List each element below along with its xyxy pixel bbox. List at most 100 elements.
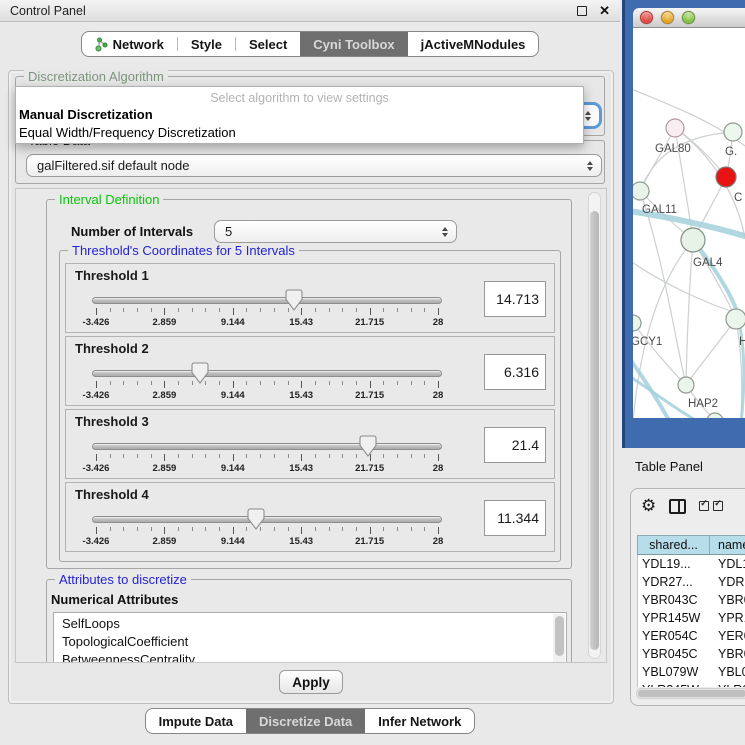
- node-table-body: YDL19...YDL19YDR27...YDR27YBR043CYBR043C…: [637, 555, 745, 687]
- mac-minimize-button[interactable]: [661, 11, 674, 24]
- network-node[interactable]: [681, 228, 705, 252]
- threshold-row: Threshold 1 -3.4262.8599.14415.4321.7152…: [65, 263, 555, 333]
- num-intervals-combo[interactable]: 5: [214, 220, 457, 243]
- threshold-slider[interactable]: -3.4262.8599.14415.4321.71528: [92, 292, 442, 330]
- table-row[interactable]: YBL079WYBL079W: [638, 663, 745, 681]
- tab-select[interactable]: Select: [236, 32, 300, 56]
- spinner-icon: [587, 161, 593, 171]
- node-attribute-table: shared... name YDL19...YDL19YDR27...YDR2…: [637, 535, 745, 687]
- mac-zoom-button[interactable]: [682, 11, 695, 24]
- network-node[interactable]: [707, 413, 723, 418]
- threshold-row: Threshold 2 -3.4262.8599.14415.4321.7152…: [65, 336, 555, 406]
- threshold-label: Threshold 4: [75, 487, 149, 502]
- tab-impute-data[interactable]: Impute Data: [146, 709, 246, 733]
- threshold-slider[interactable]: -3.4262.8599.14415.4321.71528: [92, 511, 442, 549]
- tab-network[interactable]: Network: [82, 32, 177, 56]
- network-node[interactable]: [666, 119, 684, 137]
- network-node-label: GAL11: [642, 204, 677, 216]
- settings-scroll-panel: Interval Definition Number of Intervals …: [15, 188, 607, 663]
- num-intervals-label: Number of Intervals: [71, 224, 193, 239]
- network-node-label: HAP2: [688, 398, 718, 410]
- control-panel-tabbar: Network Style Select Cyni Toolbox jActiv…: [0, 31, 620, 57]
- threshold-label: Threshold 3: [75, 414, 149, 429]
- slider-track[interactable]: [92, 370, 442, 377]
- group-title: Attributes to discretize: [55, 572, 191, 587]
- apply-button[interactable]: Apply: [279, 670, 343, 694]
- threshold-value-field[interactable]: 6.316: [484, 354, 546, 390]
- tab-style[interactable]: Style: [178, 32, 235, 56]
- tab-label: Impute Data: [159, 714, 233, 729]
- tab-jactivemnodules[interactable]: jActiveMNodules: [408, 32, 539, 56]
- slider-tick-labels: -3.4262.8599.14415.4321.71528: [96, 390, 438, 402]
- checkbox-checked-icon[interactable]: [713, 501, 723, 511]
- slider-tick-labels: -3.4262.8599.14415.4321.71528: [96, 317, 438, 329]
- network-node-label: G.: [725, 146, 737, 158]
- network-icon: [95, 37, 108, 52]
- table-row[interactable]: YLR345WYLR345W: [638, 681, 745, 687]
- table-row[interactable]: YBR045CYBR045C: [638, 645, 745, 663]
- threshold-value-field[interactable]: 21.4: [484, 427, 546, 463]
- tab-infer-network[interactable]: Infer Network: [365, 709, 474, 733]
- network-node[interactable]: [724, 123, 742, 141]
- numerical-attributes-list[interactable]: SelfLoopsTopologicalCoefficientBetweenne…: [53, 612, 567, 663]
- network-window-titlebar[interactable]: [633, 8, 745, 28]
- slider-tick-labels: -3.4262.8599.14415.4321.71528: [96, 536, 438, 548]
- tab-label: Select: [249, 37, 287, 52]
- tab-label: jActiveMNodules: [421, 37, 526, 52]
- slider-track[interactable]: [92, 297, 442, 304]
- network-node[interactable]: [633, 315, 641, 331]
- network-node[interactable]: [633, 182, 649, 200]
- threshold-label: Threshold 1: [75, 268, 149, 283]
- dropdown-hint: Select algorithm to view settings: [16, 87, 583, 106]
- table-data-combo[interactable]: galFiltered.sif default node: [26, 154, 602, 177]
- control-panel: Control Panel ✕ Network: [0, 0, 620, 745]
- split-columns-icon[interactable]: [669, 499, 686, 514]
- float-window-icon[interactable]: [577, 6, 587, 16]
- group-title: Discretization Algorithm: [24, 69, 168, 84]
- tab-cyni-toolbox[interactable]: Cyni Toolbox: [300, 32, 407, 56]
- table-scrollbar-thumb[interactable]: [638, 690, 745, 697]
- table-row[interactable]: YDR27...YDR27: [638, 573, 745, 591]
- panel-scrollbar[interactable]: [588, 192, 601, 659]
- group-title: Threshold's Coordinates for 5 Intervals: [68, 243, 299, 258]
- table-row[interactable]: YPR145WYPR145W: [638, 609, 745, 627]
- list-item[interactable]: SelfLoops: [62, 615, 566, 633]
- numerical-attributes-label: Numerical Attributes: [51, 592, 178, 607]
- tab-label: Infer Network: [378, 714, 461, 729]
- close-icon[interactable]: ✕: [599, 6, 610, 16]
- network-node[interactable]: [678, 377, 694, 393]
- table-row[interactable]: YER054CYER054C: [638, 627, 745, 645]
- threshold-value-field[interactable]: 14.713: [484, 281, 546, 317]
- algorithm-dropdown-popup: Select algorithm to view settings Manual…: [15, 86, 584, 144]
- network-node[interactable]: [716, 167, 736, 187]
- column-header-name[interactable]: name: [710, 536, 745, 554]
- panel-scrollbar-thumb[interactable]: [590, 211, 599, 650]
- table-horizontal-scrollbar[interactable]: [636, 688, 745, 699]
- table-row[interactable]: YDL19...YDL19: [638, 555, 745, 573]
- tab-discretize-data[interactable]: Discretize Data: [246, 709, 365, 733]
- threshold-slider[interactable]: -3.4262.8599.14415.4321.71528: [92, 365, 442, 403]
- column-header-shared-name[interactable]: shared...: [638, 536, 710, 554]
- slider-track[interactable]: [92, 443, 442, 450]
- gear-icon[interactable]: ⚙: [641, 497, 656, 515]
- list-item[interactable]: TopologicalCoefficient: [62, 633, 566, 651]
- threshold-rows: Threshold 1 -3.4262.8599.14415.4321.7152…: [65, 263, 555, 555]
- list-scrollbar-thumb[interactable]: [555, 616, 564, 656]
- table-row[interactable]: YBR043CYBR043C: [638, 591, 745, 609]
- network-node[interactable]: [726, 309, 745, 329]
- application-window: Control Panel ✕ Network: [0, 0, 745, 745]
- mac-close-button[interactable]: [640, 11, 653, 24]
- network-canvas[interactable]: GAL80G.GAL11CGAL4GCY1HHAP2: [633, 28, 745, 418]
- checkbox-checked-icon[interactable]: [699, 501, 709, 511]
- interval-definition-group: Interval Definition Number of Intervals …: [46, 199, 572, 569]
- list-item[interactable]: BetweennessCentrality: [62, 651, 566, 663]
- dropdown-option-manual-discretization[interactable]: Manual Discretization: [16, 106, 583, 124]
- slider-ticks: [96, 527, 438, 535]
- threshold-value-field[interactable]: 11.344: [484, 500, 546, 536]
- slider-track[interactable]: [92, 516, 442, 523]
- threshold-row: Threshold 3 -3.4262.8599.14415.4321.7152…: [65, 409, 555, 479]
- threshold-slider[interactable]: -3.4262.8599.14415.4321.71528: [92, 438, 442, 476]
- tab-label: Cyni Toolbox: [313, 37, 394, 52]
- dropdown-option-equal-width-frequency[interactable]: Equal Width/Frequency Discretization: [16, 124, 583, 142]
- list-scrollbar[interactable]: [553, 614, 565, 663]
